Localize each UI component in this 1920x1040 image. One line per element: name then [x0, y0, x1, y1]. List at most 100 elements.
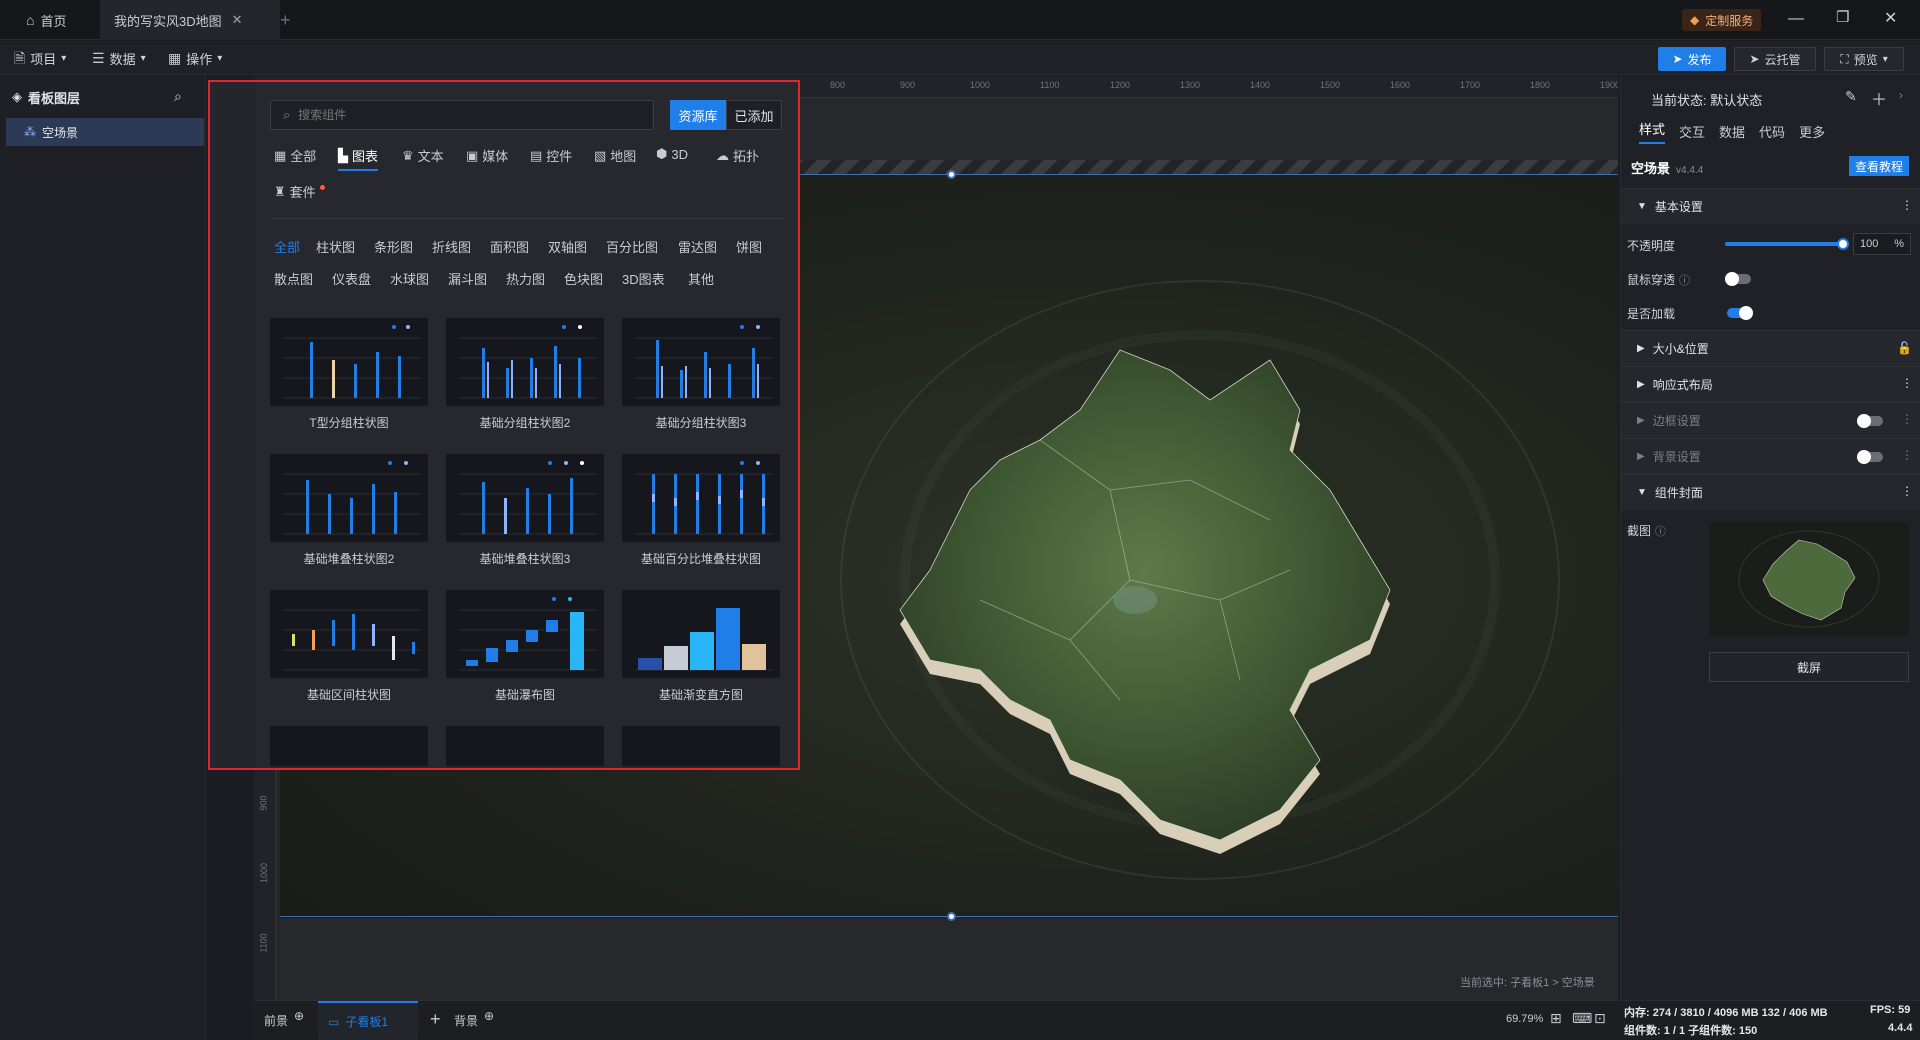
subcategory-item[interactable]: 3D图表: [622, 269, 665, 288]
section-responsive[interactable]: ▶ 响应式布局 ⋮: [1621, 366, 1920, 402]
subcategory-item[interactable]: 饼图: [736, 237, 762, 256]
close-window-icon[interactable]: ✕: [1884, 8, 1897, 28]
layer-item-empty-scene[interactable]: ⁂ 空场景: [6, 118, 204, 146]
subcategory-item[interactable]: 条形图: [374, 237, 413, 256]
tab-home[interactable]: ⌂ 首页: [12, 0, 80, 40]
component-card-partial[interactable]: [270, 726, 428, 766]
component-card[interactable]: 基础区间柱状图: [270, 590, 428, 705]
resource-library-button[interactable]: 资源库: [670, 100, 726, 130]
menu-project[interactable]: 🗎 项目 ▾: [14, 41, 66, 75]
opacity-slider-handle[interactable]: [1837, 238, 1849, 250]
section-size-position[interactable]: ▶ 大小&位置 🔓: [1621, 330, 1920, 366]
category-all[interactable]: ▦ 全部: [274, 146, 316, 165]
component-card[interactable]: 基础渐变直方图: [622, 590, 780, 705]
custom-service-badge[interactable]: ◆ 定制服务: [1682, 9, 1762, 31]
add-circle-icon[interactable]: ⊕: [484, 1009, 494, 1023]
help-icon[interactable]: ⓘ: [1655, 523, 1666, 539]
subcategory-item[interactable]: 百分比图: [606, 237, 658, 256]
restore-icon[interactable]: ❐: [1836, 8, 1849, 26]
preview-button[interactable]: ⛶ 预览 ▾: [1824, 47, 1904, 71]
subcategory-all[interactable]: 全部: [274, 237, 300, 256]
close-tab-icon[interactable]: ✕: [232, 12, 243, 28]
component-card[interactable]: 基础百分比堆叠柱状图: [622, 454, 780, 569]
category-kit[interactable]: ♜ 套件: [274, 182, 325, 201]
more-icon[interactable]: ⋮: [1901, 484, 1913, 498]
category-chart[interactable]: ▙ 图表: [338, 146, 379, 171]
background-tab[interactable]: 背景 ⊕: [454, 1009, 494, 1029]
category-topology[interactable]: ☁ 拓扑: [716, 146, 759, 165]
tab-interaction[interactable]: 交互: [1679, 122, 1705, 141]
section-background[interactable]: ▶ 背景设置 ⋮: [1621, 438, 1920, 474]
publish-button[interactable]: ➤ 发布: [1658, 47, 1726, 71]
section-basic-settings[interactable]: ▼ 基本设置 ⋮: [1621, 188, 1920, 224]
category-control[interactable]: ▤ 控件: [530, 146, 572, 165]
keyboard-icon[interactable]: ⌨: [1572, 1010, 1592, 1027]
subcategory-item[interactable]: 雷达图: [678, 237, 717, 256]
component-card[interactable]: T型分组柱状图: [270, 318, 428, 433]
component-card[interactable]: 基础分组柱状图2: [446, 318, 604, 433]
component-card[interactable]: 基础瀑布图: [446, 590, 604, 705]
subcategory-item[interactable]: 其他: [688, 269, 714, 288]
tab-code[interactable]: 代码: [1759, 122, 1785, 141]
category-3d[interactable]: ⬢ 3D: [656, 146, 688, 162]
subcategory-item[interactable]: 散点图: [274, 269, 313, 288]
category-media[interactable]: ▣ 媒体: [466, 146, 508, 165]
search-icon[interactable]: ⌕: [174, 88, 182, 105]
more-icon[interactable]: ⋮: [1901, 448, 1913, 462]
lock-icon[interactable]: 🔓: [1897, 341, 1912, 355]
component-card[interactable]: 基础分组柱状图3: [622, 318, 780, 433]
loading-toggle[interactable]: [1727, 306, 1753, 320]
add-circle-icon[interactable]: ⊕: [294, 1009, 304, 1023]
component-card[interactable]: 基础堆叠柱状图2: [270, 454, 428, 569]
more-icon[interactable]: ⋮: [1901, 376, 1913, 390]
subcategory-item[interactable]: 面积图: [490, 237, 529, 256]
new-tab-button[interactable]: +: [266, 0, 305, 40]
component-card-partial[interactable]: [622, 726, 780, 766]
help-icon[interactable]: ⓘ: [1679, 272, 1690, 288]
terminal-icon[interactable]: ⊡: [1594, 1010, 1606, 1027]
add-board-button[interactable]: +: [430, 1009, 441, 1030]
subcategory-item[interactable]: 仪表盘: [332, 269, 371, 288]
border-toggle[interactable]: [1857, 414, 1883, 428]
category-map[interactable]: ▧ 地图: [594, 146, 636, 165]
tab-style[interactable]: 样式: [1639, 119, 1666, 144]
mouse-through-toggle[interactable]: [1725, 272, 1751, 286]
capture-screen-button[interactable]: 截屏: [1709, 652, 1909, 682]
search-field[interactable]: ⌕: [270, 100, 654, 130]
tab-data[interactable]: 数据: [1719, 122, 1745, 141]
component-card-partial[interactable]: [446, 726, 604, 766]
section-border[interactable]: ▶ 边框设置 ⋮: [1621, 402, 1920, 438]
subcategory-item[interactable]: 色块图: [564, 269, 603, 288]
add-icon[interactable]: ＋: [1871, 86, 1887, 110]
fit-screen-icon[interactable]: ⊞: [1550, 1010, 1562, 1027]
chevron-right-icon[interactable]: ›: [1899, 88, 1903, 102]
tab-more[interactable]: 更多: [1799, 122, 1825, 141]
view-tutorial-button[interactable]: 查看教程: [1849, 156, 1909, 176]
tab-document[interactable]: 我的写实风3D地图 ✕: [100, 0, 280, 40]
menu-operate[interactable]: ▦ 操作 ▾: [168, 41, 222, 75]
subcategory-item[interactable]: 柱状图: [316, 237, 355, 256]
opacity-slider[interactable]: [1725, 238, 1849, 250]
menu-data[interactable]: ☰ 数据 ▾: [92, 41, 146, 75]
zoom-level[interactable]: 69.79%: [1506, 1013, 1543, 1025]
sub-board-tab[interactable]: ▭ 子看板1: [318, 1001, 418, 1040]
resize-handle[interactable]: [947, 912, 956, 921]
subcategory-item[interactable]: 双轴图: [548, 237, 587, 256]
category-text[interactable]: ♛ 文本: [402, 146, 444, 165]
component-card[interactable]: 基础堆叠柱状图3: [446, 454, 604, 569]
minimize-icon[interactable]: —: [1788, 10, 1804, 28]
terrain-map-3d[interactable]: [890, 340, 1450, 880]
section-cover[interactable]: ▼ 组件封面 ⋮: [1621, 474, 1920, 510]
cloud-host-button[interactable]: ➤ 云托管: [1734, 47, 1816, 71]
search-input[interactable]: [298, 108, 619, 122]
subcategory-item[interactable]: 漏斗图: [448, 269, 487, 288]
edit-icon[interactable]: ✎: [1845, 88, 1857, 105]
background-toggle[interactable]: [1857, 450, 1883, 464]
resize-handle[interactable]: [947, 170, 956, 179]
added-button[interactable]: 已添加: [726, 100, 782, 130]
subcategory-item[interactable]: 折线图: [432, 237, 471, 256]
subcategory-item[interactable]: 水球图: [390, 269, 429, 288]
more-icon[interactable]: ⋮: [1901, 412, 1913, 426]
subcategory-item[interactable]: 热力图: [506, 269, 545, 288]
more-icon[interactable]: ⋮: [1901, 198, 1913, 212]
